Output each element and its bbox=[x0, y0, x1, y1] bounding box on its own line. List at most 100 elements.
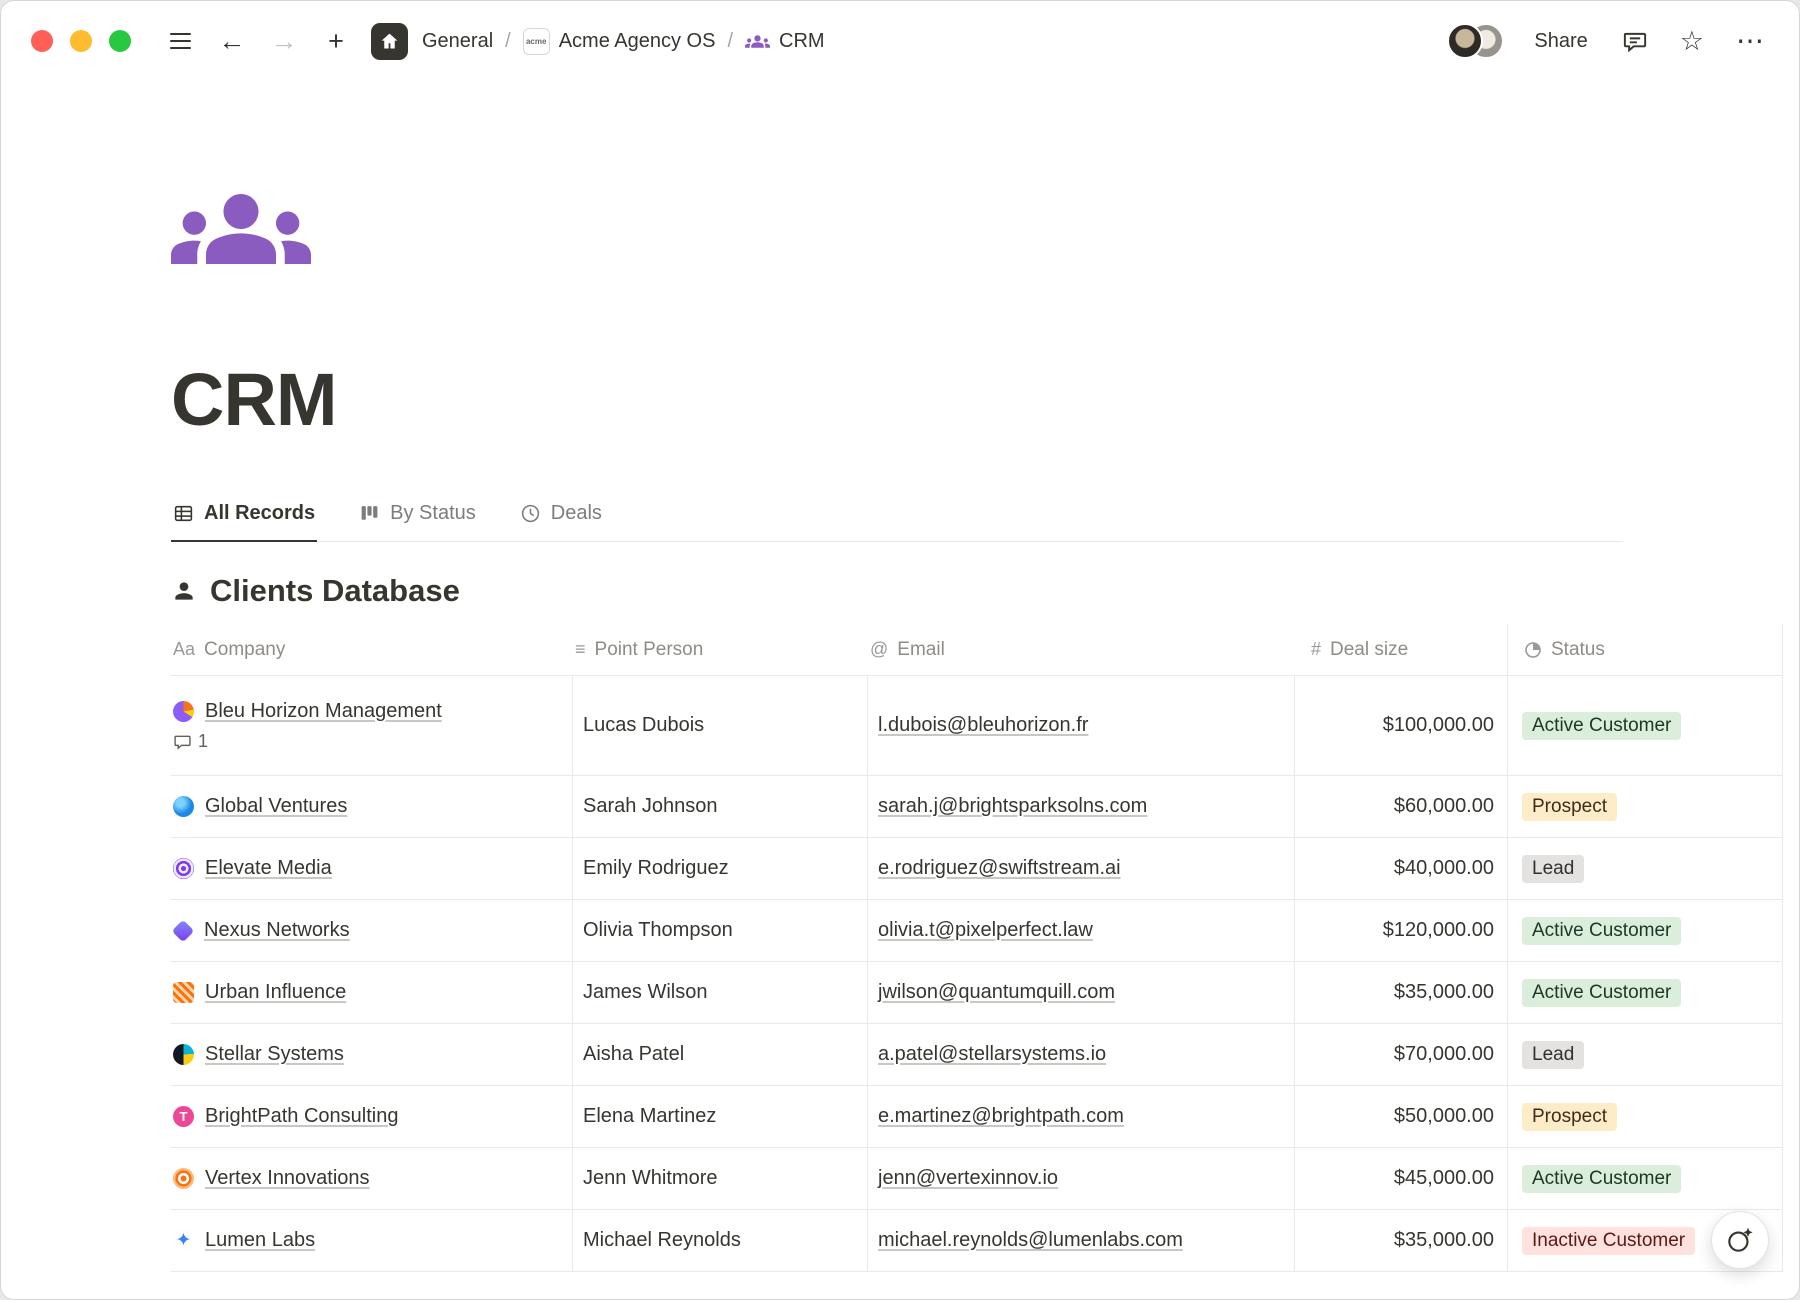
email-cell[interactable]: olivia.t@pixelperfect.law bbox=[868, 900, 1295, 961]
breadcrumb-item-workspace[interactable]: acme Acme Agency OS bbox=[523, 28, 716, 55]
email-link[interactable]: e.martinez@brightpath.com bbox=[878, 1105, 1124, 1128]
deal-size-cell[interactable]: $120,000.00 bbox=[1295, 900, 1508, 961]
traffic-lights bbox=[31, 30, 131, 52]
email-link[interactable]: sarah.j@brightsparksolns.com bbox=[878, 795, 1147, 818]
table-row[interactable]: Nexus Networks Olivia Thompson olivia.t@… bbox=[171, 900, 1783, 962]
status-cell[interactable]: Active Customer bbox=[1508, 900, 1783, 961]
deal-size-cell[interactable]: $40,000.00 bbox=[1295, 838, 1508, 899]
notion-ai-button[interactable] bbox=[1711, 1211, 1769, 1269]
workspace-logo-icon: acme bbox=[523, 28, 550, 55]
column-header-status[interactable]: Status bbox=[1508, 624, 1783, 675]
email-cell[interactable]: a.patel@stellarsystems.io bbox=[868, 1024, 1295, 1085]
deal-size-cell[interactable]: $70,000.00 bbox=[1295, 1024, 1508, 1085]
company-link[interactable]: Global Ventures bbox=[205, 795, 347, 818]
point-person-cell[interactable]: Jenn Whitmore bbox=[573, 1148, 868, 1209]
table-row[interactable]: Elevate Media Emily Rodriguez e.rodrigue… bbox=[171, 838, 1783, 900]
email-link[interactable]: l.dubois@bleuhorizon.fr bbox=[878, 714, 1088, 737]
email-link[interactable]: jwilson@quantumquill.com bbox=[878, 981, 1115, 1004]
deal-size-cell[interactable]: $50,000.00 bbox=[1295, 1086, 1508, 1147]
point-person-cell[interactable]: Emily Rodriguez bbox=[573, 838, 868, 899]
minimize-button[interactable] bbox=[70, 30, 92, 52]
status-cell[interactable]: Prospect bbox=[1508, 776, 1783, 837]
table-row[interactable]: Urban Influence James Wilson jwilson@qua… bbox=[171, 962, 1783, 1024]
more-options-button[interactable]: ⋯ bbox=[1732, 23, 1769, 59]
point-person-cell[interactable]: Elena Martinez bbox=[573, 1086, 868, 1147]
email-cell[interactable]: sarah.j@brightsparksolns.com bbox=[868, 776, 1295, 837]
deal-size-cell[interactable]: $100,000.00 bbox=[1295, 676, 1508, 775]
close-button[interactable] bbox=[31, 30, 53, 52]
new-tab-button[interactable]: + bbox=[315, 20, 357, 62]
status-cell[interactable]: Active Customer bbox=[1508, 676, 1783, 775]
back-button[interactable]: ← bbox=[211, 20, 253, 62]
company-link[interactable]: BrightPath Consulting bbox=[205, 1105, 398, 1128]
forward-button[interactable]: → bbox=[263, 20, 305, 62]
company-link[interactable]: Bleu Horizon Management bbox=[205, 700, 442, 723]
point-person-cell[interactable]: Lucas Dubois bbox=[573, 676, 868, 775]
status-cell[interactable]: Active Customer bbox=[1508, 962, 1783, 1023]
deal-size-cell[interactable]: $35,000.00 bbox=[1295, 1210, 1508, 1271]
company-link[interactable]: Nexus Networks bbox=[204, 919, 350, 942]
company-link[interactable]: Elevate Media bbox=[205, 857, 332, 880]
status-cell[interactable]: Prospect bbox=[1508, 1086, 1783, 1147]
breadcrumb-item-general[interactable]: General bbox=[422, 30, 493, 53]
share-button[interactable]: Share bbox=[1528, 29, 1593, 54]
email-cell[interactable]: jwilson@quantumquill.com bbox=[868, 962, 1295, 1023]
table-row[interactable]: Vertex Innovations Jenn Whitmore jenn@ve… bbox=[171, 1148, 1783, 1210]
email-link[interactable]: a.patel@stellarsystems.io bbox=[878, 1043, 1106, 1066]
at-sign-icon: @ bbox=[870, 639, 888, 660]
tab-by-status[interactable]: By Status bbox=[357, 496, 478, 542]
email-cell[interactable]: michael.reynolds@lumenlabs.com bbox=[868, 1210, 1295, 1271]
point-person-cell[interactable]: James Wilson bbox=[573, 962, 868, 1023]
column-header-point-person[interactable]: ≡ Point Person bbox=[573, 624, 868, 675]
table-row[interactable]: Global Ventures Sarah Johnson sarah.j@br… bbox=[171, 776, 1783, 838]
company-cell: Bleu Horizon Management 1 bbox=[171, 676, 573, 775]
table-view-icon bbox=[173, 503, 194, 524]
company-link[interactable]: Vertex Innovations bbox=[205, 1167, 370, 1190]
comment-count-label: 1 bbox=[198, 731, 208, 752]
email-cell[interactable]: e.rodriguez@swiftstream.ai bbox=[868, 838, 1295, 899]
column-header-deal-size[interactable]: # Deal size bbox=[1295, 624, 1508, 675]
tab-deals[interactable]: Deals bbox=[518, 496, 604, 542]
comments-button[interactable] bbox=[1618, 24, 1652, 58]
table-row[interactable]: Bleu Horizon Management 1 Lucas Dubois l… bbox=[171, 676, 1783, 776]
point-person-cell[interactable]: Sarah Johnson bbox=[573, 776, 868, 837]
tab-all-records[interactable]: All Records bbox=[171, 496, 317, 542]
text-lines-icon: ≡ bbox=[575, 639, 586, 660]
company-cell: Nexus Networks bbox=[171, 900, 573, 961]
point-person-cell[interactable]: Olivia Thompson bbox=[573, 900, 868, 961]
email-cell[interactable]: jenn@vertexinnov.io bbox=[868, 1148, 1295, 1209]
column-label: Email bbox=[897, 639, 945, 661]
status-cell[interactable]: Lead bbox=[1508, 1024, 1783, 1085]
email-link[interactable]: e.rodriguez@swiftstream.ai bbox=[878, 857, 1121, 880]
status-cell[interactable]: Active Customer bbox=[1508, 1148, 1783, 1209]
column-header-company[interactable]: Aa Company bbox=[171, 624, 573, 675]
point-person-cell[interactable]: Michael Reynolds bbox=[573, 1210, 868, 1271]
column-header-email[interactable]: @ Email bbox=[868, 624, 1295, 675]
email-link[interactable]: michael.reynolds@lumenlabs.com bbox=[878, 1229, 1183, 1252]
email-link[interactable]: olivia.t@pixelperfect.law bbox=[878, 919, 1093, 942]
table-row[interactable]: BrightPath Consulting Elena Martinez e.m… bbox=[171, 1086, 1783, 1148]
favorite-button[interactable]: ☆ bbox=[1676, 24, 1708, 59]
status-cell[interactable]: Lead bbox=[1508, 838, 1783, 899]
email-link[interactable]: jenn@vertexinnov.io bbox=[878, 1167, 1058, 1190]
deal-size-cell[interactable]: $35,000.00 bbox=[1295, 962, 1508, 1023]
sidebar-toggle-button[interactable] bbox=[159, 20, 201, 62]
email-cell[interactable]: e.martinez@brightpath.com bbox=[868, 1086, 1295, 1147]
zoom-button[interactable] bbox=[109, 30, 131, 52]
company-link[interactable]: Lumen Labs bbox=[205, 1229, 315, 1252]
status-badge: Active Customer bbox=[1522, 1165, 1681, 1193]
breadcrumb-separator: / bbox=[727, 30, 733, 53]
email-cell[interactable]: l.dubois@bleuhorizon.fr bbox=[868, 676, 1295, 775]
point-person-cell[interactable]: Aisha Patel bbox=[573, 1024, 868, 1085]
deal-size-cell[interactable]: $60,000.00 bbox=[1295, 776, 1508, 837]
tab-label: By Status bbox=[390, 502, 476, 525]
home-button[interactable] bbox=[371, 23, 408, 60]
breadcrumb-item-crm[interactable]: CRM bbox=[745, 29, 825, 54]
comment-count[interactable]: 1 bbox=[173, 731, 208, 752]
page-icon[interactable] bbox=[171, 159, 311, 299]
table-row[interactable]: Stellar Systems Aisha Patel a.patel@stel… bbox=[171, 1024, 1783, 1086]
deal-size-cell[interactable]: $45,000.00 bbox=[1295, 1148, 1508, 1209]
company-link[interactable]: Urban Influence bbox=[205, 981, 346, 1004]
table-row[interactable]: ✦ Lumen Labs Michael Reynolds michael.re… bbox=[171, 1210, 1783, 1272]
company-link[interactable]: Stellar Systems bbox=[205, 1043, 344, 1066]
